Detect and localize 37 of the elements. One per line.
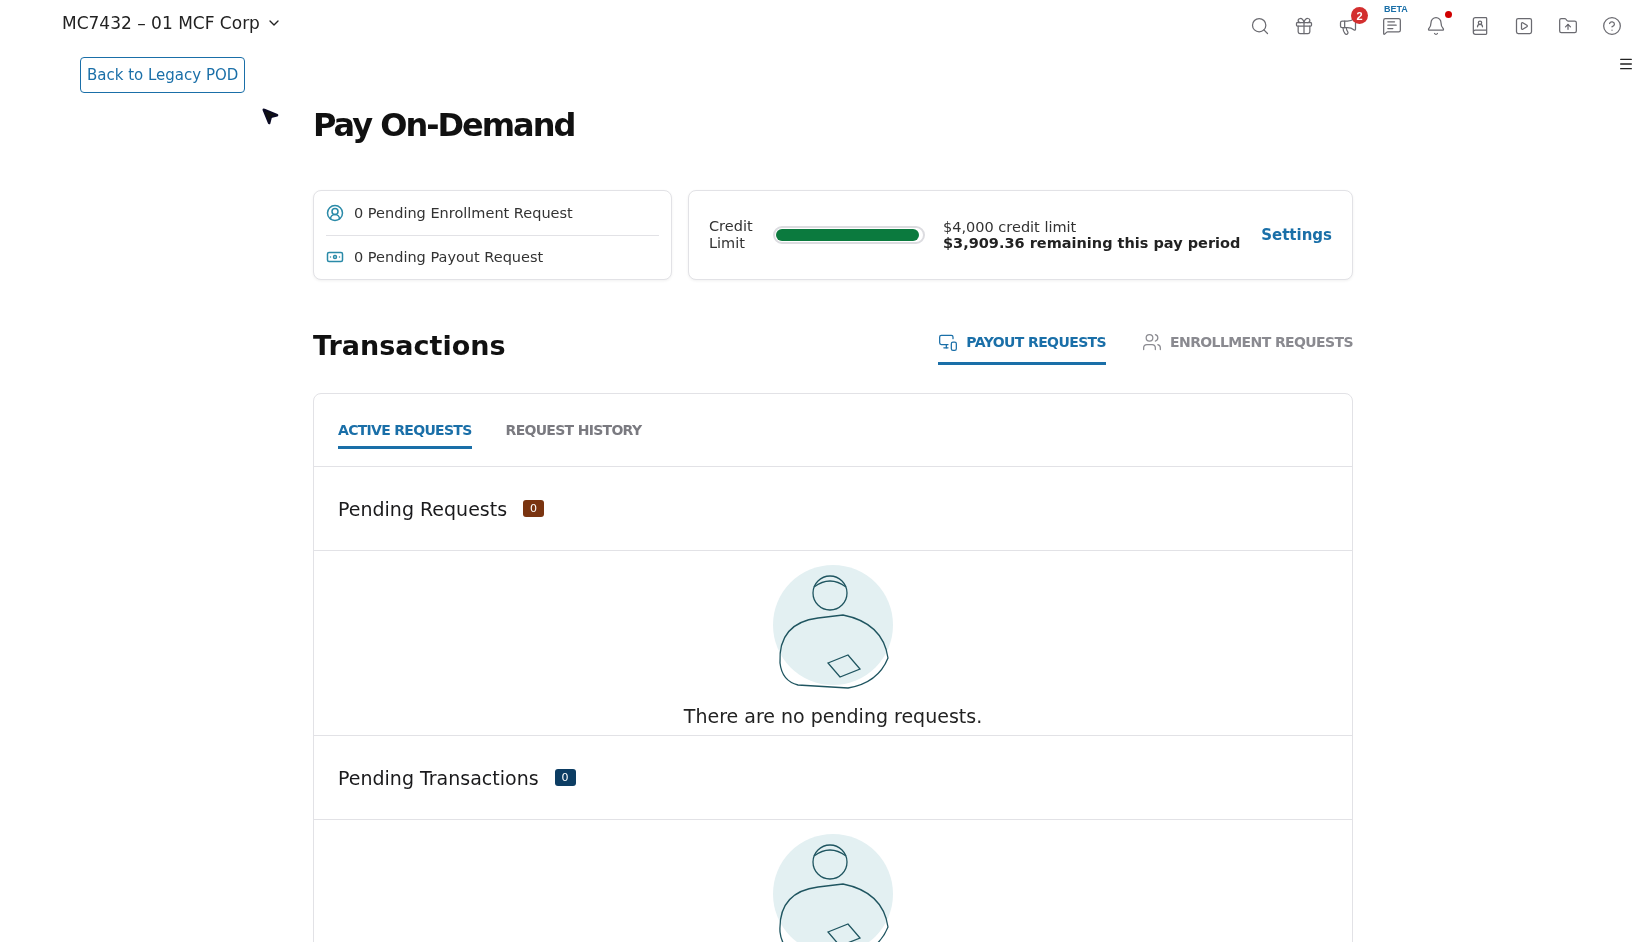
play-icon bbox=[1514, 16, 1534, 36]
section-heading: Pending Transactions bbox=[338, 766, 539, 789]
tab[interactable]: PAYOUT REQUESTS bbox=[938, 332, 1107, 365]
count-badge: 0 bbox=[523, 500, 545, 517]
beta-label: BETA bbox=[1384, 4, 1408, 14]
page-title: Pay On-Demand bbox=[313, 106, 576, 144]
remaining-credit-text: $3,909.36 remaining this pay period bbox=[943, 235, 1241, 251]
folder-upload-icon bbox=[1558, 16, 1578, 36]
count-badge: 0 bbox=[554, 769, 576, 786]
section-heading: Pending Requests bbox=[338, 497, 508, 520]
settings-link[interactable]: Settings bbox=[1261, 226, 1332, 244]
account-selector[interactable]: MC7432 – 01 MCF Corp bbox=[62, 13, 282, 33]
contact-book-icon bbox=[1470, 16, 1490, 36]
summary-text: 0 Pending Payout Request bbox=[354, 249, 544, 266]
search-icon bbox=[1250, 16, 1270, 36]
help-icon bbox=[1602, 16, 1622, 36]
bell-icon bbox=[1426, 16, 1446, 36]
chat-button[interactable]: BETA bbox=[1374, 4, 1412, 42]
chat-icon bbox=[1382, 16, 1402, 36]
users-icon bbox=[1142, 332, 1163, 352]
credit-label: Credit Limit bbox=[709, 218, 754, 252]
section-title: Transactions bbox=[313, 330, 506, 361]
sub-tab[interactable]: REQUEST HISTORY bbox=[505, 418, 642, 449]
back-button[interactable]: Back to Legacy POD bbox=[80, 57, 246, 93]
empty-state-message: There are no pending requests. bbox=[683, 705, 983, 727]
summary-text: 0 Pending Enrollment Request bbox=[354, 204, 573, 221]
sub-tab[interactable]: ACTIVE REQUESTS bbox=[338, 418, 472, 449]
user-icon bbox=[326, 203, 344, 222]
menu-icon bbox=[1618, 56, 1634, 72]
gift-icon bbox=[1294, 16, 1314, 36]
notification-count: 2 bbox=[1351, 7, 1368, 24]
credit-limit-text: $4,000 credit limit bbox=[943, 219, 1078, 235]
tab[interactable]: ENROLLMENT REQUESTS bbox=[1142, 332, 1353, 365]
cursor-icon bbox=[260, 106, 280, 126]
menu-button[interactable] bbox=[1618, 56, 1634, 72]
device-icon bbox=[938, 332, 959, 352]
megaphone-button[interactable]: 2 bbox=[1330, 4, 1368, 42]
